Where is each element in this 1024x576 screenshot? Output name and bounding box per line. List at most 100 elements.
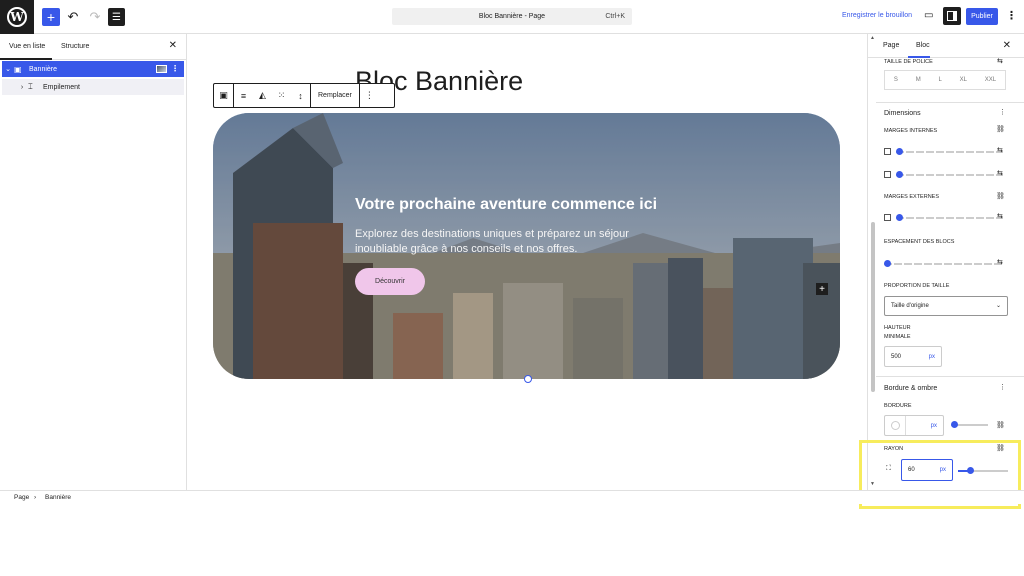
cover-block-icon: ▣: [14, 64, 22, 74]
custom-size-icon[interactable]: ⇆: [997, 57, 1003, 65]
tab-structure[interactable]: Structure: [61, 43, 89, 50]
tab-block[interactable]: Bloc: [916, 42, 930, 49]
desktop-icon: ▭: [924, 10, 934, 21]
min-height-label: HAUTEUR: [884, 325, 911, 331]
min-height-unit[interactable]: px: [929, 354, 935, 360]
block-editor: W + ↶ ↷ ☰ Bloc Bannière - Page Ctrl+K En…: [0, 0, 1024, 576]
options-menu-icon[interactable]: ⋮: [1006, 9, 1017, 22]
chevron-down-icon: ⌄: [995, 303, 1001, 309]
discover-button[interactable]: Découvrir: [355, 268, 425, 295]
save-draft-button[interactable]: Enregistrer le brouillon: [842, 12, 912, 19]
scroll-thumb[interactable]: [871, 222, 875, 392]
slider-handle[interactable]: [951, 421, 958, 428]
editor-top-bar: W + ↶ ↷ ☰ Bloc Bannière - Page Ctrl+K En…: [0, 0, 1024, 34]
redo-icon: ↷: [89, 9, 101, 24]
settings-toggle-button[interactable]: [943, 7, 961, 25]
border-color-swatch[interactable]: [891, 421, 900, 430]
wordpress-logo-button[interactable]: W: [0, 0, 34, 34]
more-options-icon[interactable]: ⋮: [360, 90, 379, 101]
preview-button[interactable]: ▭: [924, 10, 936, 22]
close-icon[interactable]: ✕: [169, 40, 177, 51]
custom-value-icon[interactable]: ⇆: [997, 258, 1003, 266]
publish-button[interactable]: Publier: [966, 8, 998, 25]
font-size-label: TAILLE DE POLICE: [884, 59, 933, 65]
custom-value-icon[interactable]: ⇆: [997, 169, 1003, 177]
toolbar-group-controls: ≡ ◭ ⁙ ↕: [234, 84, 311, 107]
active-tab-indicator: [908, 56, 930, 58]
link-sides-icon[interactable]: ⛓: [996, 125, 1005, 133]
document-title: Bloc Bannière - Page: [478, 13, 546, 20]
plus-icon: +: [46, 9, 56, 25]
margin-vertical-slider[interactable]: [884, 214, 1009, 222]
full-height-icon[interactable]: ↕: [291, 91, 310, 101]
slider-track[interactable]: [896, 174, 1003, 176]
cover-block-icon[interactable]: ▣: [214, 90, 233, 101]
banner-paragraph[interactable]: Explorez des destinations uniques et pré…: [355, 227, 665, 257]
align-content-icon[interactable]: ≡: [234, 91, 253, 101]
slider-track[interactable]: [896, 217, 1003, 219]
breadcrumb-item[interactable]: Page: [14, 494, 29, 501]
font-size-option[interactable]: S: [894, 77, 898, 83]
close-icon[interactable]: ✕: [1003, 40, 1011, 51]
margin-label: MARGES EXTERNES: [884, 194, 940, 200]
more-options-icon[interactable]: ⋮: [171, 64, 179, 73]
min-height-input[interactable]: 500 px: [884, 346, 942, 367]
vertical-sides-icon: [884, 214, 891, 221]
slider-handle[interactable]: [884, 260, 891, 267]
custom-value-icon[interactable]: ⇆: [997, 212, 1003, 220]
duotone-icon[interactable]: ◭: [253, 90, 272, 101]
padding-horizontal-slider[interactable]: [884, 171, 1009, 179]
slider-track[interactable]: [896, 151, 1003, 153]
vertical-sides-icon: [884, 148, 891, 155]
active-tab-indicator: [0, 58, 52, 60]
options-menu-icon[interactable]: ⋮: [999, 108, 1006, 116]
chevron-down-icon[interactable]: ⌄: [2, 65, 14, 73]
slider-handle[interactable]: [896, 171, 903, 178]
tab-list-view[interactable]: Vue en liste: [9, 43, 45, 50]
aspect-ratio-select[interactable]: Taille d'origine ⌄: [884, 296, 1008, 316]
font-size-option[interactable]: XXL: [985, 77, 996, 83]
position-icon[interactable]: ⁙: [272, 90, 291, 101]
redo-button[interactable]: ↷: [88, 8, 102, 26]
dimensions-heading: Dimensions: [884, 110, 921, 117]
padding-vertical-slider[interactable]: [884, 148, 1009, 156]
block-inserter-button[interactable]: +: [42, 8, 60, 26]
banner-block[interactable]: Votre prochaine aventure commence ici Ex…: [213, 113, 840, 379]
breadcrumb-item[interactable]: Bannière: [45, 494, 71, 501]
document-overview-button[interactable]: ☰: [108, 8, 125, 26]
section-divider: [876, 102, 1024, 103]
undo-button[interactable]: ↶: [66, 8, 80, 26]
block-spacing-slider[interactable]: [884, 260, 1009, 268]
list-item-stack[interactable]: › ⌶ Empilement: [2, 79, 184, 95]
font-size-option[interactable]: L: [938, 77, 941, 83]
slider-track[interactable]: [884, 263, 1002, 265]
font-size-option[interactable]: M: [916, 77, 921, 83]
block-breadcrumb: Page › Bannière: [0, 490, 1024, 504]
chevron-right-icon[interactable]: ›: [16, 84, 28, 91]
padding-label: MARGES INTERNES: [884, 128, 938, 134]
custom-value-icon[interactable]: ⇆: [997, 146, 1003, 154]
link-sides-icon[interactable]: ⛓: [996, 421, 1005, 429]
border-width-input[interactable]: px: [884, 415, 944, 436]
tab-page[interactable]: Page: [883, 42, 899, 49]
font-size-option[interactable]: XL: [960, 77, 967, 83]
list-item-banner[interactable]: ⌄ ▣ Bannière ⋮: [2, 61, 184, 77]
wordpress-icon: W: [7, 7, 27, 27]
border-label: BORDURE: [884, 403, 912, 409]
add-block-icon[interactable]: +: [816, 283, 828, 295]
resize-handle[interactable]: [524, 375, 532, 383]
sidebar-icon: [947, 11, 957, 21]
link-sides-icon[interactable]: ⛓: [996, 192, 1005, 200]
list-item-label: Empilement: [43, 83, 80, 91]
chevron-right-icon: ›: [34, 494, 37, 501]
section-divider: [876, 376, 1024, 377]
replace-button[interactable]: Remplacer: [311, 92, 359, 99]
border-width-slider[interactable]: [951, 421, 989, 429]
options-menu-icon[interactable]: ⋮: [999, 383, 1006, 391]
slider-handle[interactable]: [896, 148, 903, 155]
border-unit[interactable]: px: [931, 423, 937, 429]
banner-heading[interactable]: Votre prochaine aventure commence ici: [355, 196, 657, 214]
block-toolbar: ▣ ≡ ◭ ⁙ ↕ Remplacer ⋮: [213, 83, 395, 108]
command-palette-bar[interactable]: Bloc Bannière - Page Ctrl+K: [392, 8, 632, 25]
slider-handle[interactable]: [896, 214, 903, 221]
